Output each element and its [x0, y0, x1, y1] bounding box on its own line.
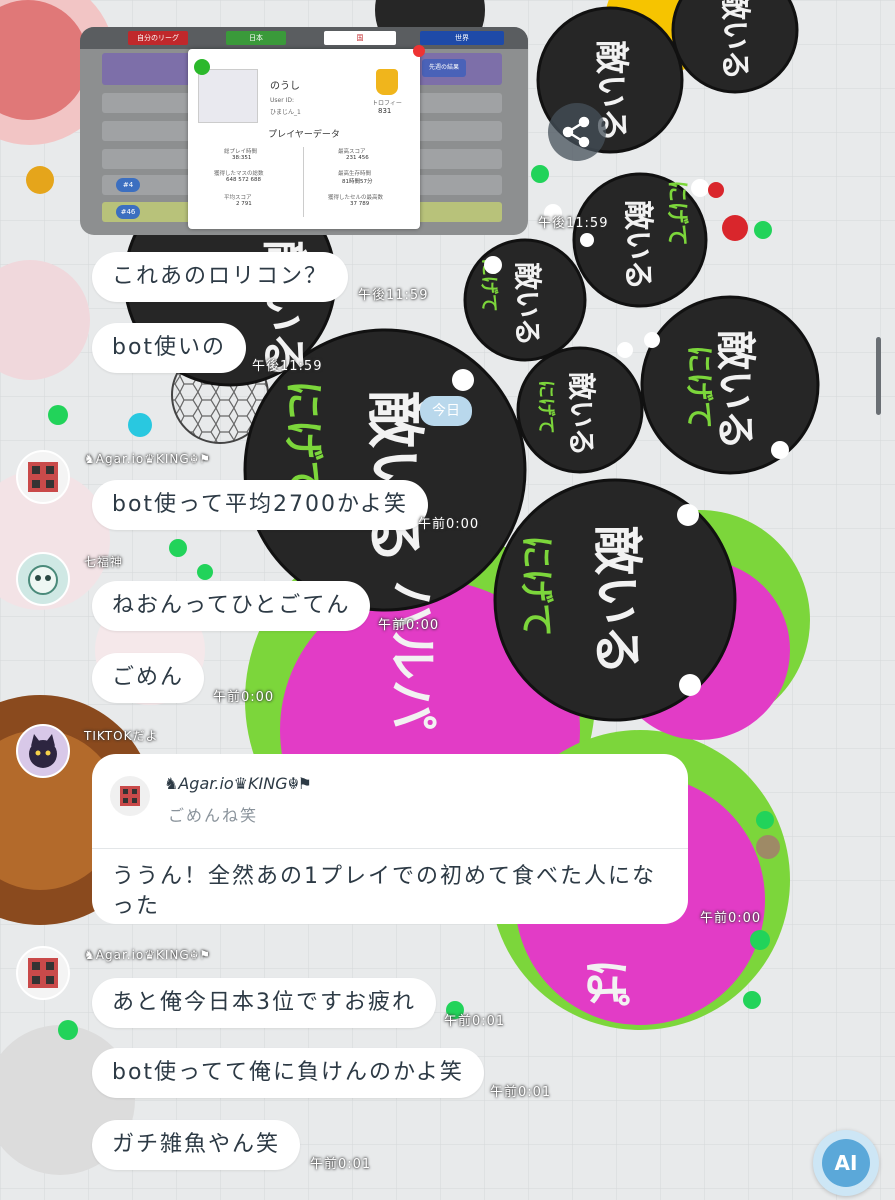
star-icon — [194, 59, 210, 75]
stat-label: 最高スコア — [338, 149, 366, 155]
sender-name: ♞Agar.io♛KING☬⚑ — [84, 948, 211, 962]
avatar-cat-icon — [29, 734, 57, 768]
player-avatar — [198, 69, 258, 123]
ai-button[interactable]: AI — [813, 1130, 879, 1196]
stat-value: 81時間57分 — [342, 179, 373, 185]
message-bubble[interactable]: あと俺今日本3位ですお疲れ — [92, 978, 436, 1028]
message-time: 午前0:00 — [213, 690, 275, 705]
enemy-cell-label: 敵いる — [361, 390, 429, 564]
reply-message-text: ううん！全然あの1プレイでの初めて食べた人になった — [112, 864, 656, 919]
shared-screenshot-image[interactable]: 自分のリーグ 日本 国 世界 先週の結果 #4 #46 のうし User ID:… — [80, 27, 528, 235]
message-time: 午前0:01 — [444, 1014, 506, 1029]
message-time: 午前0:00 — [378, 618, 440, 633]
enemy-cell-label: 敵いる — [511, 262, 544, 346]
message-time: 午前0:01 — [310, 1157, 372, 1172]
message-bubble[interactable]: ごめん — [92, 653, 205, 703]
enemy-cell-label: ハルパ — [383, 580, 441, 730]
stat-label: 平均スコア — [224, 195, 252, 201]
leaderboard-tabs: 自分のリーグ 日本 国 世界 — [80, 27, 528, 49]
enemy-cell-label: にげて — [683, 345, 716, 429]
quoted-sender-name: ♞Agar.io♛KING☬⚑ — [164, 774, 311, 793]
user-id-label: User ID: — [270, 97, 294, 104]
user-id-value: ひまじん_1 — [270, 109, 301, 116]
enemy-cell-label: 敵いる — [588, 525, 646, 675]
message-bubble[interactable]: bot使ってて俺に負けんのかよ笑 — [92, 1048, 484, 1098]
message-time: 午前0:01 — [490, 1085, 552, 1100]
close-icon — [413, 45, 425, 57]
stat-label: 獲得したセルの最高数 — [328, 195, 384, 201]
reply-message-bubble[interactable]: ♞Agar.io♛KING☬⚑ ごめんね笑 ううん！全然あの1プレイでの初めて食… — [92, 754, 688, 924]
avatar-creature-icon — [28, 565, 58, 595]
tab-my-league: 自分のリーグ — [128, 31, 188, 45]
rank-badge: #4 — [116, 178, 140, 192]
message-bubble[interactable]: bot使って平均2700かよ笑 — [92, 480, 428, 530]
message-time: 午後11:59 — [252, 359, 323, 374]
avatar[interactable] — [16, 724, 70, 778]
message-time: 午後11:59 — [358, 288, 429, 303]
tab-world: 世界 — [420, 31, 504, 45]
avatar-pattern-icon — [28, 462, 58, 492]
stat-label: 獲得したマスの総数 — [214, 171, 264, 177]
message-time: 午前0:00 — [418, 517, 480, 532]
player-data-popup: のうし User ID: ひまじん_1 トロフィー 831 プレイヤーデータ 総… — [188, 45, 425, 229]
share-icon — [562, 116, 590, 148]
message-time: 午前0:00 — [700, 911, 762, 926]
tab-japan: 日本 — [226, 31, 286, 45]
avatar[interactable] — [16, 946, 70, 1000]
message-time: 午後11:59 — [538, 216, 609, 231]
enemy-cell-label: にげて — [664, 180, 689, 246]
avatar[interactable] — [16, 552, 70, 606]
quote-divider — [92, 848, 688, 849]
avatar[interactable] — [16, 450, 70, 504]
ai-button-label: AI — [822, 1139, 870, 1187]
stat-value: 648 572 688 — [226, 177, 261, 183]
tab-country: 国 — [324, 31, 396, 45]
stat-label: 総プレイ時間 — [224, 149, 258, 155]
stat-value: 38:351 — [232, 155, 252, 161]
enemy-cell-label: 敵いる — [712, 330, 758, 450]
stat-value: 37 789 — [350, 201, 370, 207]
sender-name: 七福神 — [84, 555, 124, 569]
stat-value: 2 791 — [236, 201, 252, 207]
message-bubble[interactable]: ねおんってひとごてん — [92, 581, 371, 631]
svg-text:ぱ: ぱ — [579, 960, 633, 1006]
stat-value: 231 456 — [346, 155, 369, 161]
enemy-cell-label: 敵いる — [620, 200, 655, 290]
enemy-cell-label: にげて — [516, 535, 556, 637]
player-data-title: プレイヤーデータ — [268, 130, 340, 140]
date-separator: 今日 — [420, 396, 472, 426]
stat-label: 最高生存時間 — [338, 171, 372, 177]
trophy-label: トロフィー — [372, 100, 402, 107]
enemy-cell-label: 敵いる — [565, 372, 598, 456]
share-button[interactable] — [548, 103, 606, 161]
enemy-cell-label: にげて — [535, 380, 556, 434]
avatar-pattern-icon — [120, 786, 140, 806]
message-bubble[interactable]: ガチ雑魚やん笑 — [92, 1120, 301, 1170]
quote-avatar — [110, 776, 150, 816]
last-week-result: 先週の結果 — [422, 59, 466, 77]
quoted-message-text: ごめんね笑 — [168, 806, 259, 825]
trophy-value: 831 — [378, 107, 392, 115]
sender-name: TIKTOKだよ — [84, 729, 159, 743]
trophy-icon — [376, 69, 398, 95]
message-bubble[interactable]: bot使いの — [92, 323, 247, 373]
enemy-cell-label: 敵いる — [717, 0, 752, 80]
avatar-pattern-icon — [28, 958, 58, 988]
player-name: のうし — [270, 81, 300, 92]
message-bubble[interactable]: これあのロリコン？ — [92, 252, 349, 302]
rank-badge: #46 — [116, 205, 140, 219]
sender-name: ♞Agar.io♛KING☬⚑ — [84, 452, 211, 466]
scrollbar-thumb[interactable] — [876, 337, 881, 415]
